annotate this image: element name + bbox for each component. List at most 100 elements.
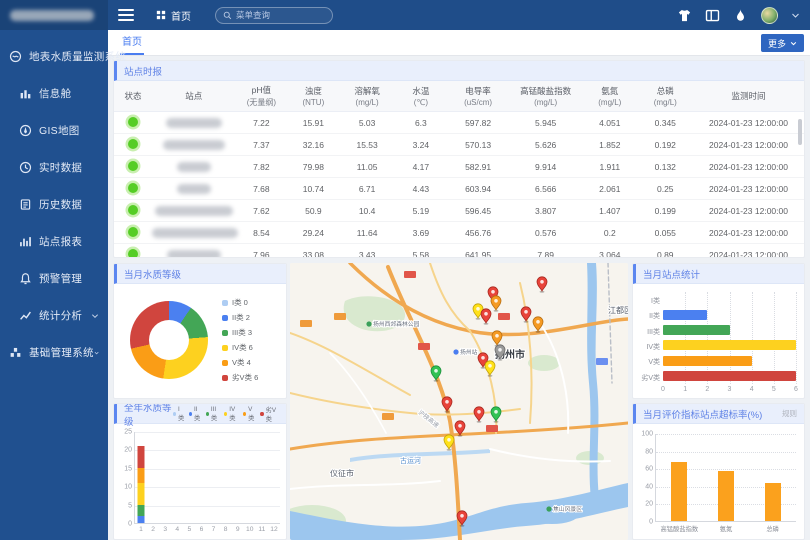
legend-item[interactable]: III类 3 [222, 327, 258, 338]
hbar-category-label: III类 [634, 327, 660, 337]
bar[interactable] [671, 462, 687, 521]
sidebar-item-label: GIS地图 [39, 123, 80, 138]
table-cell: 15.53 [339, 134, 394, 156]
status-dot [128, 117, 138, 127]
hbar-x-tick: 6 [794, 386, 798, 393]
x-tick-label: 8 [224, 526, 228, 533]
stacked-bar-chart: 0510152025123456789101112 [134, 432, 280, 524]
sidebar-section-0[interactable]: 地表水质量监测系统 [0, 38, 108, 75]
table-cell: 6.71 [339, 178, 394, 200]
hbar-bar[interactable] [663, 310, 707, 320]
donut-ring[interactable] [130, 301, 208, 379]
stack-segment[interactable] [138, 483, 145, 505]
system-icon [9, 50, 22, 63]
status-dot [128, 227, 138, 237]
chart-legend: I类 II类 III类 IV类 V类劣V类 [173, 405, 279, 423]
y-tick-label: 20 [645, 501, 653, 508]
hbar-bar[interactable] [663, 340, 796, 350]
more-button[interactable]: 更多 [761, 34, 804, 52]
table-cell: 7.68 [235, 178, 287, 200]
search-input[interactable]: 菜单查询 [215, 7, 333, 24]
sidebar-item-统计分析[interactable]: 统计分析 [0, 297, 108, 334]
table-cell: 10.4 [339, 200, 394, 222]
sidebar-item-历史数据[interactable]: 历史数据 [0, 186, 108, 223]
legend-item[interactable]: II类 2 [222, 312, 258, 323]
rules-link[interactable]: 规则 [782, 408, 797, 419]
table-cell: 0.25 [638, 178, 693, 200]
station-name-blurred [152, 228, 238, 238]
avatar[interactable] [761, 7, 778, 24]
table-cell: 1.407 [582, 200, 637, 222]
table-cell: 9.914 [509, 156, 582, 178]
chevron-down-icon[interactable] [791, 11, 800, 20]
station-name-blurred [167, 250, 221, 259]
y-tick-label: 25 [124, 429, 132, 436]
stack-segment[interactable] [138, 516, 145, 523]
poi-icon [453, 349, 458, 354]
table-cell: 8.54 [235, 222, 287, 244]
layout-icon[interactable] [705, 8, 720, 23]
map-label: 扬州西郊森林公园 [373, 320, 420, 328]
x-tick-label: 1 [139, 526, 143, 533]
x-tick-label: 5 [188, 526, 192, 533]
legend-item[interactable]: 劣V类 6 [222, 372, 258, 383]
sidebar-item-实时数据[interactable]: 实时数据 [0, 149, 108, 186]
legend-item[interactable]: V类 [243, 406, 256, 422]
breadcrumb[interactable]: 首页 [156, 8, 191, 23]
station-name-blurred [163, 140, 225, 150]
hbar-bar[interactable] [663, 356, 752, 366]
legend-item[interactable]: IV类 6 [222, 342, 258, 353]
hbar-bar[interactable] [663, 325, 730, 335]
logo-blurred-text [10, 10, 94, 21]
map-canvas[interactable]: 江都区仪征市古运河扬州西郊森林公园扬州站焦山风景区沪陕高速 扬州市 [290, 263, 628, 540]
gis-map[interactable]: 江都区仪征市古运河扬州西郊森林公园扬州站焦山风景区沪陕高速 扬州市 [290, 263, 628, 540]
table-cell: 29.24 [287, 222, 339, 244]
sidebar-section-1[interactable]: 基础管理系统 [0, 334, 108, 371]
bar[interactable] [718, 471, 734, 521]
sidebar-item-信息舱[interactable]: 信息舱 [0, 75, 108, 112]
table-cell: 11.05 [339, 156, 394, 178]
sidebar-item-GIS地图[interactable]: GIS地图 [0, 112, 108, 149]
x-tick-label: 4 [175, 526, 179, 533]
hbar-x-tick: 0 [661, 386, 665, 393]
legend-item[interactable]: IV类 [224, 406, 239, 422]
hbar-x-tick: 5 [772, 386, 776, 393]
sidebar-item-站点报表[interactable]: 站点报表 [0, 223, 108, 260]
topbar-actions [677, 7, 810, 24]
station-name-blurred [177, 184, 211, 194]
table-cell: 0.192 [638, 134, 693, 156]
bar[interactable] [765, 483, 781, 521]
stack-segment[interactable] [138, 446, 145, 468]
table-row: 8.5429.2411.643.69456.760.5760.20.055202… [114, 222, 804, 244]
hbar-bar[interactable] [663, 371, 796, 381]
legend-item[interactable]: I类 0 [222, 297, 258, 308]
stack-segment[interactable] [138, 468, 145, 483]
stack-segment[interactable] [138, 505, 145, 516]
legend-item[interactable]: V类 4 [222, 357, 258, 368]
column-header: 站点 [152, 81, 235, 112]
hamburger-menu-icon[interactable] [118, 6, 134, 24]
legend-item[interactable]: II类 [189, 406, 202, 422]
chevron-down-icon [91, 312, 99, 320]
base-icon [9, 346, 22, 359]
table-cell-time: 2024-01-23 12:00:00 [693, 112, 804, 134]
table-cell: 7.89 [509, 244, 582, 259]
sidebar-item-预警管理[interactable]: 预警管理 [0, 260, 108, 297]
flame-icon[interactable] [733, 8, 748, 23]
x-tick-label: 12 [270, 526, 277, 533]
legend-item[interactable]: I类 [173, 406, 185, 422]
station-name-blurred [177, 162, 211, 172]
map-label: 扬州站 [460, 348, 478, 356]
station-report-panel: 站点时报 状态站点pH值(无量纲)浊度(NTU)溶解氧(mg/L)水温(℃)电导… [113, 60, 805, 258]
legend-item[interactable]: III类 [206, 406, 220, 422]
status-dot [128, 183, 138, 193]
table-scrollbar[interactable] [798, 119, 802, 145]
bar-chart: 020406080100 高锰酸盐指数 氨氮 总磷 [655, 434, 796, 522]
status-dot [128, 249, 138, 259]
legend-item[interactable]: 劣V类 [260, 405, 279, 423]
theme-icon[interactable] [677, 8, 692, 23]
monthly-station-stat-panel: 当月站点统计 I类 II类 III类 IV类 V类 劣V类 0123456 [632, 263, 805, 399]
y-tick-label: 15 [124, 465, 132, 472]
panel-title: 全年水质等级 [124, 403, 173, 428]
sidebar-item-label: 实时数据 [39, 160, 82, 175]
